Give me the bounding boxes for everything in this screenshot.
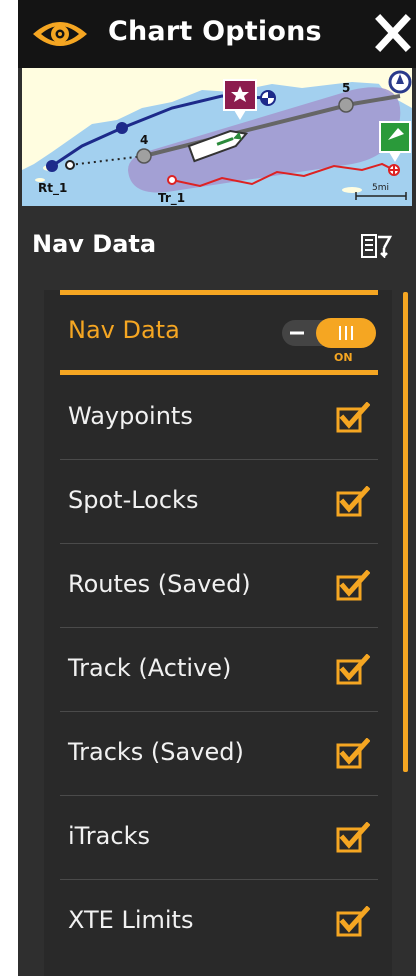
track-label: Tr_1: [158, 191, 185, 206]
checkbox-checked-icon[interactable]: [336, 402, 370, 434]
nav-data-list: Nav Data ON Waypoints Spot-Locks Routes (S…: [44, 290, 392, 976]
track-start: [167, 175, 177, 185]
compass-icon: [388, 70, 412, 94]
checkbox-checked-icon[interactable]: [336, 906, 370, 938]
route-label: Rt_1: [38, 181, 67, 196]
nav-data-item-row[interactable]: Tracks (Saved): [60, 712, 378, 796]
toggle-state-label: ON: [334, 351, 353, 364]
highlight-bottom-line: [60, 370, 378, 375]
nav-data-toggle-row[interactable]: Nav Data ON: [60, 290, 378, 376]
nav-data-item-label: XTE Limits: [68, 906, 194, 934]
route-start: [65, 160, 75, 170]
nav-data-item-row[interactable]: XTE Limits: [60, 880, 378, 964]
nav-data-item-label: Spot-Locks: [68, 486, 199, 514]
checkbox-checked-icon[interactable]: [336, 570, 370, 602]
panel-title: Chart Options: [108, 16, 322, 47]
nav-data-item-label: iTracks: [68, 822, 150, 850]
eye-icon[interactable]: [30, 14, 90, 54]
checkbox-checked-icon[interactable]: [336, 738, 370, 770]
chart-preview-graphic: 5mi 4 5 Rt_1 Tr_1: [22, 68, 412, 206]
route-point-5: [338, 97, 354, 113]
nav-data-item-row[interactable]: Track (Active): [60, 628, 378, 712]
scale-bar: [355, 192, 407, 200]
checkbox-checked-icon[interactable]: [336, 822, 370, 854]
nav-data-toggle-label: Nav Data: [68, 316, 180, 344]
close-icon[interactable]: [375, 13, 411, 53]
island: [342, 187, 362, 193]
waypoint-4-label: 4: [140, 133, 148, 147]
scrollbar[interactable]: [403, 292, 408, 772]
route-waypoint: [116, 122, 128, 134]
nav-data-item-label: Tracks (Saved): [68, 738, 244, 766]
flag-waypoint-icon: [379, 121, 411, 162]
route-point-4: [136, 148, 152, 164]
scale-label: 5mi: [372, 183, 389, 193]
route-waypoint: [46, 160, 58, 172]
chart-preview-map: 5mi 4 5 Rt_1 Tr_1: [22, 68, 412, 206]
nav-data-toggle-switch[interactable]: ON: [282, 314, 376, 364]
highlight-top-line: [60, 290, 378, 295]
panel-header: Chart Options: [18, 0, 416, 68]
section-title: Nav Data: [32, 230, 157, 258]
nav-data-item-row[interactable]: Routes (Saved): [60, 544, 378, 628]
checkbox-checked-icon[interactable]: [336, 654, 370, 686]
nav-data-item-label: Routes (Saved): [68, 570, 251, 598]
nav-data-item-label: Track (Active): [68, 654, 232, 682]
star-waypoint-icon: [223, 79, 257, 120]
waypoint-5-label: 5: [342, 81, 350, 95]
checkbox-checked-icon[interactable]: [336, 486, 370, 518]
chart-options-panel: Chart Options 5mi 4 5 Rt_1 Tr_1 Nav Data…: [18, 0, 416, 976]
nav-data-item-row[interactable]: Spot-Locks: [60, 460, 378, 544]
nav-data-item-row[interactable]: iTracks: [60, 796, 378, 880]
nav-data-item-label: Waypoints: [68, 402, 193, 430]
list-menu-icon[interactable]: [361, 234, 393, 258]
nav-data-item-row[interactable]: Waypoints: [60, 376, 378, 460]
